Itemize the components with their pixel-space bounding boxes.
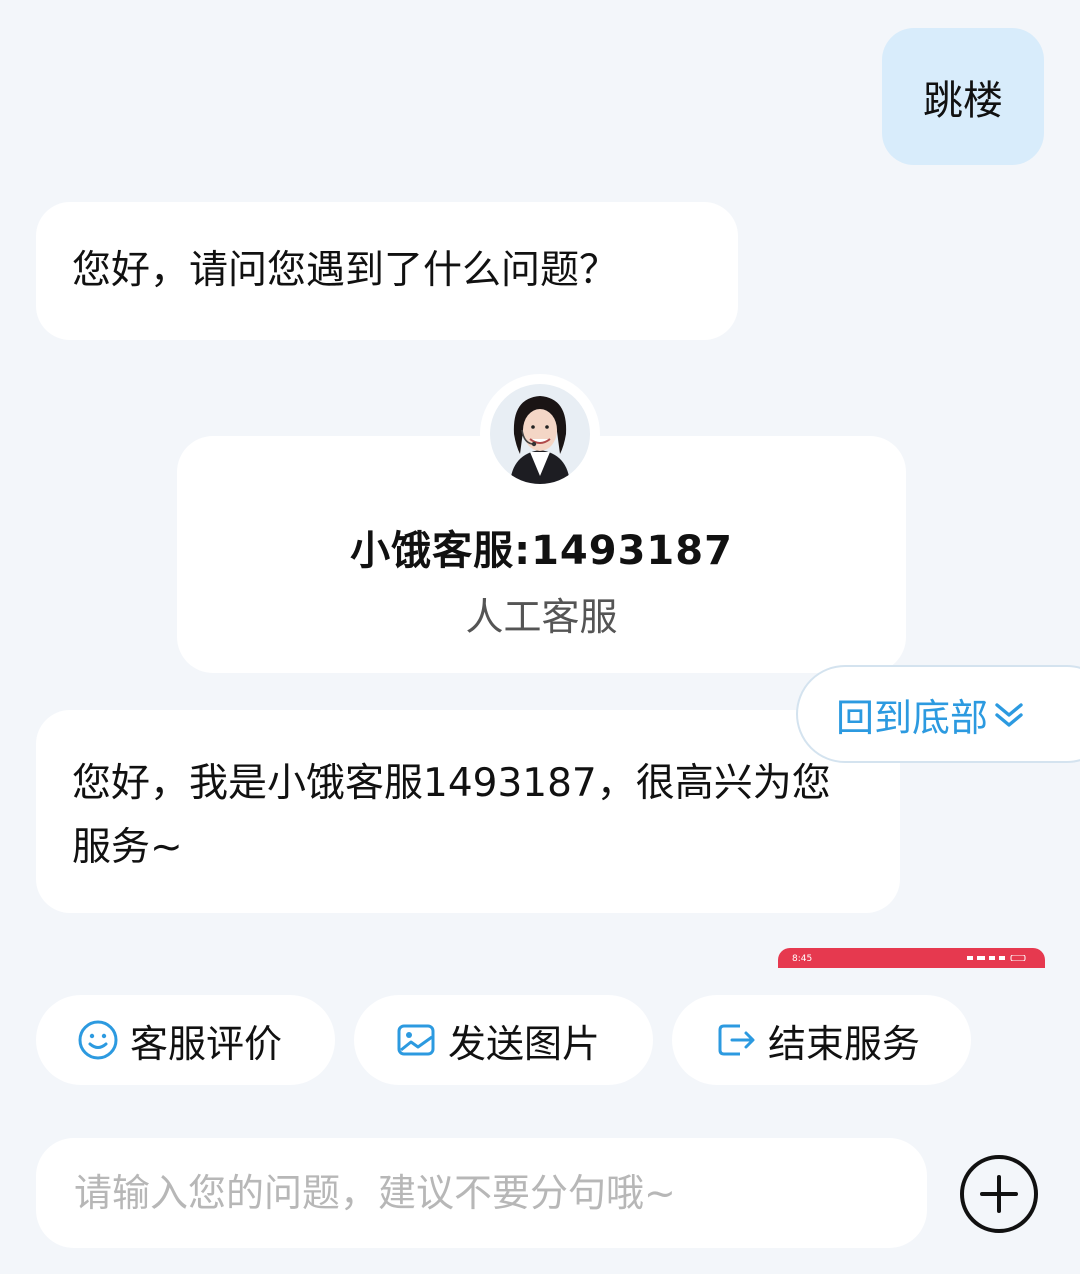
end-service-button[interactable]: 结束服务 <box>672 995 971 1085</box>
image-icon <box>394 1018 438 1062</box>
user-message-text: 跳楼 <box>923 77 1003 124</box>
bot-message-bubble: 您好，请问您遇到了什么问题？ <box>36 202 738 340</box>
agent-avatar-frame <box>480 374 600 494</box>
user-message-bubble: 跳楼 <box>882 28 1044 165</box>
status-icons <box>967 955 1026 961</box>
more-actions-button[interactable] <box>958 1153 1040 1235</box>
message-input-container[interactable] <box>36 1138 927 1248</box>
back-to-bottom-label: 回到底部 <box>836 695 989 740</box>
agent-role: 人工客服 <box>465 595 618 639</box>
double-chevron-down-icon <box>995 703 1023 727</box>
send-image-button[interactable]: 发送图片 <box>354 995 653 1085</box>
smile-icon <box>76 1018 120 1062</box>
bot-message-text: 您好，请问您遇到了什么问题？ <box>72 248 619 293</box>
agent-name: 小饿客服:1493187 <box>350 528 733 574</box>
plus-circle-icon <box>960 1155 1038 1233</box>
avatar <box>490 384 590 484</box>
message-input[interactable] <box>72 1170 916 1216</box>
chat-screen: 跳楼 您好，请问您遇到了什么问题？ 小饿客服:1493187 人工客服 您好，我… <box>0 0 1080 1274</box>
send-image-label: 发送图片 <box>448 1021 601 1066</box>
back-to-bottom-button[interactable]: 回到底部 <box>796 665 1080 763</box>
exit-icon <box>714 1018 758 1062</box>
rate-service-button[interactable]: 客服评价 <box>36 995 335 1085</box>
rate-service-label: 客服评价 <box>130 1021 283 1066</box>
preview-time: 8:45 <box>792 954 813 964</box>
agent-message-bubble: 您好，我是小饿客服1493187，很高兴为您服务~ <box>36 710 900 913</box>
screenshot-preview-strip[interactable]: 8:45 <box>778 948 1045 968</box>
end-service-label: 结束服务 <box>768 1021 921 1066</box>
agent-message-text: 您好，我是小饿客服1493187，很高兴为您服务~ <box>72 761 831 870</box>
